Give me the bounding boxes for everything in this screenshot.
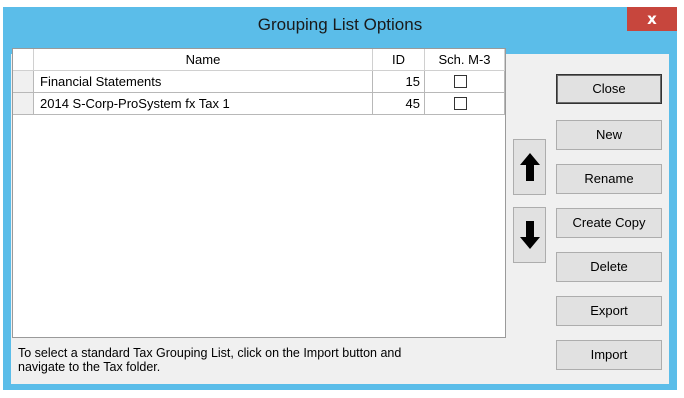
- table-row[interactable]: 2014 S-Corp-ProSystem fx Tax 1 45: [13, 93, 505, 115]
- rename-button[interactable]: Rename: [556, 164, 662, 194]
- sch-m3-checkbox[interactable]: [454, 75, 467, 88]
- arrow-down-icon: [520, 221, 540, 249]
- title-bar[interactable]: Grouping List Options x: [3, 7, 677, 41]
- import-button[interactable]: Import: [556, 340, 662, 370]
- new-button[interactable]: New: [556, 120, 662, 150]
- dialog-title: Grouping List Options: [257, 15, 423, 34]
- window-close-button[interactable]: x: [627, 7, 677, 31]
- column-header-id[interactable]: ID: [373, 49, 425, 71]
- move-up-button[interactable]: [513, 139, 546, 195]
- sch-m3-cell: [425, 93, 505, 115]
- create-copy-button[interactable]: Create Copy: [556, 208, 662, 238]
- instructions-line-2: navigate to the Tax folder.: [18, 360, 161, 374]
- row-header-corner: [13, 49, 34, 71]
- move-down-button[interactable]: [513, 207, 546, 263]
- row-selector[interactable]: [13, 93, 34, 115]
- name-cell[interactable]: Financial Statements: [34, 71, 373, 93]
- instructions-line-1: To select a standard Tax Grouping List, …: [18, 346, 402, 360]
- id-cell[interactable]: 45: [373, 93, 425, 115]
- import-instructions: To select a standard Tax Grouping List, …: [18, 346, 508, 374]
- table-row[interactable]: Financial Statements 15: [13, 71, 505, 93]
- sch-m3-checkbox[interactable]: [454, 97, 467, 110]
- name-cell[interactable]: 2014 S-Corp-ProSystem fx Tax 1: [34, 93, 373, 115]
- arrow-up-icon: [520, 153, 540, 181]
- column-header-name[interactable]: Name: [34, 49, 373, 71]
- sch-m3-cell: [425, 71, 505, 93]
- row-selector[interactable]: [13, 71, 34, 93]
- column-header-sch-m3[interactable]: Sch. M-3: [425, 49, 505, 71]
- id-cell[interactable]: 15: [373, 71, 425, 93]
- close-button[interactable]: Close: [556, 74, 662, 104]
- grouping-list-grid: Name ID Sch. M-3 Financial Statements 15…: [12, 48, 506, 338]
- export-button[interactable]: Export: [556, 296, 662, 326]
- delete-button[interactable]: Delete: [556, 252, 662, 282]
